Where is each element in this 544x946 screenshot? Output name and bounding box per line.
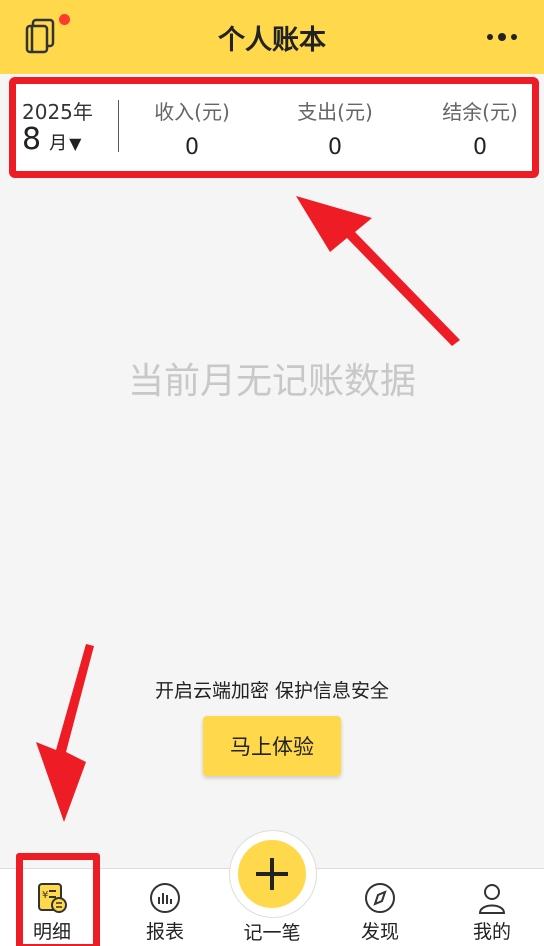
app-screen: 个人账本 2025年 8 月 ▼ 收入(元) 0 支出(元) 0 结余(元) 0… xyxy=(0,0,544,946)
income-value: 0 xyxy=(185,135,199,160)
annotation-arrow-down xyxy=(36,644,94,822)
balance-summary: 结余(元) 0 xyxy=(425,96,535,160)
divider xyxy=(118,100,119,152)
month-unit: 月 xyxy=(49,133,68,154)
annotation-arrow-up xyxy=(296,196,460,346)
try-now-button[interactable]: 马上体验 xyxy=(203,716,341,776)
month-number: 8 xyxy=(22,122,42,157)
page-title: 个人账本 xyxy=(218,25,326,56)
expense-label: 支出(元) xyxy=(297,100,373,124)
month-picker[interactable]: 8 月 ▼ xyxy=(22,124,81,156)
more-icon[interactable] xyxy=(486,30,518,44)
chart-icon xyxy=(150,883,180,913)
balance-value: 0 xyxy=(473,135,487,160)
income-label: 收入(元) xyxy=(154,100,230,124)
empty-state-text: 当前月无记账数据 xyxy=(127,361,416,402)
top-bar: 个人账本 xyxy=(0,0,544,74)
year-label[interactable]: 2025年 xyxy=(22,96,93,125)
promo-text: 开启云端加密 保护信息安全 xyxy=(154,680,390,702)
dropdown-arrow-icon: ▼ xyxy=(69,134,82,153)
compass-icon xyxy=(365,883,395,913)
expense-summary: 支出(元) 0 xyxy=(280,96,390,160)
user-icon xyxy=(478,884,506,914)
income-summary: 收入(元) 0 xyxy=(137,96,247,160)
plus-icon xyxy=(256,858,288,890)
expense-value: 0 xyxy=(328,135,342,160)
balance-label: 结余(元) xyxy=(442,100,518,124)
month-summary-card: 2025年 8 月 ▼ 收入(元) 0 支出(元) 0 结余(元) 0 xyxy=(9,77,539,178)
add-record-button[interactable] xyxy=(238,840,306,908)
annotation-box xyxy=(16,853,100,946)
